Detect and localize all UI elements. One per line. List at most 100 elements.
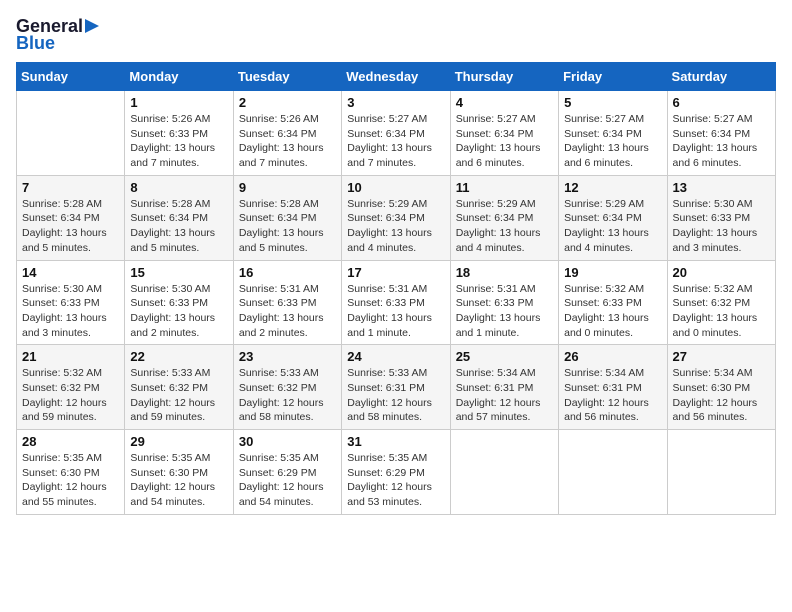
day-number: 3 (347, 95, 444, 110)
calendar-cell: 9Sunrise: 5:28 AM Sunset: 6:34 PM Daylig… (233, 175, 341, 260)
day-info: Sunrise: 5:31 AM Sunset: 6:33 PM Dayligh… (347, 282, 444, 341)
day-number: 27 (673, 349, 770, 364)
calendar-cell: 13Sunrise: 5:30 AM Sunset: 6:33 PM Dayli… (667, 175, 775, 260)
calendar-cell: 30 Sunrise: 5:35 AM Sunset: 6:29 PM Dayli… (233, 430, 341, 515)
day-number: 2 (239, 95, 336, 110)
calendar-cell: 11 Sunrise: 5:29 AM Sunset: 6:34 PM Dayli… (450, 175, 558, 260)
calendar-cell: 29Sunrise: 5:35 AM Sunset: 6:30 PM Dayli… (125, 430, 233, 515)
calendar-cell: 17 Sunrise: 5:31 AM Sunset: 6:33 PM Dayli… (342, 260, 450, 345)
calendar-header-wednesday: Wednesday (342, 63, 450, 91)
day-number: 19 (564, 265, 661, 280)
day-info: Sunrise: 5:33 AM Sunset: 6:31 PM Dayligh… (347, 366, 444, 425)
calendar-week-row: 21Sunrise: 5:32 AM Sunset: 6:32 PM Dayli… (17, 345, 776, 430)
calendar-header-monday: Monday (125, 63, 233, 91)
logo-blue: Blue (16, 33, 55, 54)
calendar-cell: 3 Sunrise: 5:27 AM Sunset: 6:34 PM Daylig… (342, 91, 450, 176)
calendar-cell: 15 Sunrise: 5:30 AM Sunset: 6:33 PM Dayli… (125, 260, 233, 345)
calendar-cell (667, 430, 775, 515)
calendar-cell: 8 Sunrise: 5:28 AM Sunset: 6:34 PM Daylig… (125, 175, 233, 260)
day-number: 12 (564, 180, 661, 195)
day-info: Sunrise: 5:29 AM Sunset: 6:34 PM Dayligh… (347, 197, 444, 256)
day-number: 13 (673, 180, 770, 195)
day-info: Sunrise: 5:34 AM Sunset: 6:31 PM Dayligh… (564, 366, 661, 425)
day-number: 8 (130, 180, 227, 195)
calendar-cell: 12 Sunrise: 5:29 AM Sunset: 6:34 PM Dayli… (559, 175, 667, 260)
day-info: Sunrise: 5:26 AM Sunset: 6:34 PM Dayligh… (239, 112, 336, 171)
day-info: Sunrise: 5:30 AM Sunset: 6:33 PM Dayligh… (130, 282, 227, 341)
calendar-cell (17, 91, 125, 176)
calendar-cell: 10 Sunrise: 5:29 AM Sunset: 6:34 PM Dayli… (342, 175, 450, 260)
day-info: Sunrise: 5:27 AM Sunset: 6:34 PM Dayligh… (456, 112, 553, 171)
day-number: 31 (347, 434, 444, 449)
calendar-cell (559, 430, 667, 515)
day-info: Sunrise: 5:35 AM Sunset: 6:29 PM Dayligh… (239, 451, 336, 510)
day-number: 20 (673, 265, 770, 280)
page-header: General Blue (16, 16, 776, 54)
day-number: 18 (456, 265, 553, 280)
calendar-cell: 28 Sunrise: 5:35 AM Sunset: 6:30 PM Dayli… (17, 430, 125, 515)
calendar-cell: 24 Sunrise: 5:33 AM Sunset: 6:31 PM Dayli… (342, 345, 450, 430)
day-number: 21 (22, 349, 119, 364)
day-info: Sunrise: 5:34 AM Sunset: 6:31 PM Dayligh… (456, 366, 553, 425)
calendar-week-row: 7 Sunrise: 5:28 AM Sunset: 6:34 PM Daylig… (17, 175, 776, 260)
day-number: 22 (130, 349, 227, 364)
day-info: Sunrise: 5:35 AM Sunset: 6:30 PM Dayligh… (130, 451, 227, 510)
calendar-cell: 7 Sunrise: 5:28 AM Sunset: 6:34 PM Daylig… (17, 175, 125, 260)
day-info: Sunrise: 5:29 AM Sunset: 6:34 PM Dayligh… (456, 197, 553, 256)
day-number: 17 (347, 265, 444, 280)
calendar-week-row: 14 Sunrise: 5:30 AM Sunset: 6:33 PM Dayli… (17, 260, 776, 345)
day-info: Sunrise: 5:27 AM Sunset: 6:34 PM Dayligh… (347, 112, 444, 171)
day-info: Sunrise: 5:32 AM Sunset: 6:33 PM Dayligh… (564, 282, 661, 341)
day-number: 26 (564, 349, 661, 364)
calendar-cell: 19 Sunrise: 5:32 AM Sunset: 6:33 PM Dayli… (559, 260, 667, 345)
calendar-cell: 14Sunrise: 5:30 AM Sunset: 6:33 PM Dayli… (17, 260, 125, 345)
day-number: 28 (22, 434, 119, 449)
calendar-cell: 20Sunrise: 5:32 AM Sunset: 6:32 PM Dayli… (667, 260, 775, 345)
logo: General Blue (16, 16, 103, 54)
day-number: 23 (239, 349, 336, 364)
day-number: 16 (239, 265, 336, 280)
day-info: Sunrise: 5:28 AM Sunset: 6:34 PM Dayligh… (22, 197, 119, 256)
calendar-cell: 21Sunrise: 5:32 AM Sunset: 6:32 PM Dayli… (17, 345, 125, 430)
calendar-cell: 27 Sunrise: 5:34 AM Sunset: 6:30 PM Dayli… (667, 345, 775, 430)
logo-arrow-icon (85, 17, 103, 35)
day-number: 15 (130, 265, 227, 280)
day-info: Sunrise: 5:28 AM Sunset: 6:34 PM Dayligh… (130, 197, 227, 256)
calendar-body: 1 Sunrise: 5:26 AM Sunset: 6:33 PM Daylig… (17, 91, 776, 515)
calendar-cell: 22Sunrise: 5:33 AM Sunset: 6:32 PM Dayli… (125, 345, 233, 430)
calendar-cell: 2 Sunrise: 5:26 AM Sunset: 6:34 PM Daylig… (233, 91, 341, 176)
day-number: 6 (673, 95, 770, 110)
calendar-table: SundayMondayTuesdayWednesdayThursdayFrid… (16, 62, 776, 515)
day-info: Sunrise: 5:29 AM Sunset: 6:34 PM Dayligh… (564, 197, 661, 256)
calendar-cell: 23Sunrise: 5:33 AM Sunset: 6:32 PM Dayli… (233, 345, 341, 430)
calendar-cell (450, 430, 558, 515)
day-number: 14 (22, 265, 119, 280)
calendar-cell: 31 Sunrise: 5:35 AM Sunset: 6:29 PM Dayli… (342, 430, 450, 515)
calendar-cell: 5Sunrise: 5:27 AM Sunset: 6:34 PM Daylig… (559, 91, 667, 176)
calendar-cell: 6 Sunrise: 5:27 AM Sunset: 6:34 PM Daylig… (667, 91, 775, 176)
calendar-cell: 26 Sunrise: 5:34 AM Sunset: 6:31 PM Dayli… (559, 345, 667, 430)
day-number: 1 (130, 95, 227, 110)
day-number: 30 (239, 434, 336, 449)
day-info: Sunrise: 5:35 AM Sunset: 6:29 PM Dayligh… (347, 451, 444, 510)
day-number: 5 (564, 95, 661, 110)
calendar-header-friday: Friday (559, 63, 667, 91)
calendar-week-row: 1 Sunrise: 5:26 AM Sunset: 6:33 PM Daylig… (17, 91, 776, 176)
calendar-cell: 1 Sunrise: 5:26 AM Sunset: 6:33 PM Daylig… (125, 91, 233, 176)
day-number: 11 (456, 180, 553, 195)
calendar-header-row: SundayMondayTuesdayWednesdayThursdayFrid… (17, 63, 776, 91)
day-number: 24 (347, 349, 444, 364)
calendar-header-saturday: Saturday (667, 63, 775, 91)
calendar-cell: 25Sunrise: 5:34 AM Sunset: 6:31 PM Dayli… (450, 345, 558, 430)
day-number: 9 (239, 180, 336, 195)
calendar-cell: 4 Sunrise: 5:27 AM Sunset: 6:34 PM Daylig… (450, 91, 558, 176)
day-number: 10 (347, 180, 444, 195)
calendar-header-sunday: Sunday (17, 63, 125, 91)
day-number: 4 (456, 95, 553, 110)
day-info: Sunrise: 5:26 AM Sunset: 6:33 PM Dayligh… (130, 112, 227, 171)
day-info: Sunrise: 5:27 AM Sunset: 6:34 PM Dayligh… (673, 112, 770, 171)
day-info: Sunrise: 5:34 AM Sunset: 6:30 PM Dayligh… (673, 366, 770, 425)
calendar-cell: 16Sunrise: 5:31 AM Sunset: 6:33 PM Dayli… (233, 260, 341, 345)
day-number: 7 (22, 180, 119, 195)
day-info: Sunrise: 5:35 AM Sunset: 6:30 PM Dayligh… (22, 451, 119, 510)
